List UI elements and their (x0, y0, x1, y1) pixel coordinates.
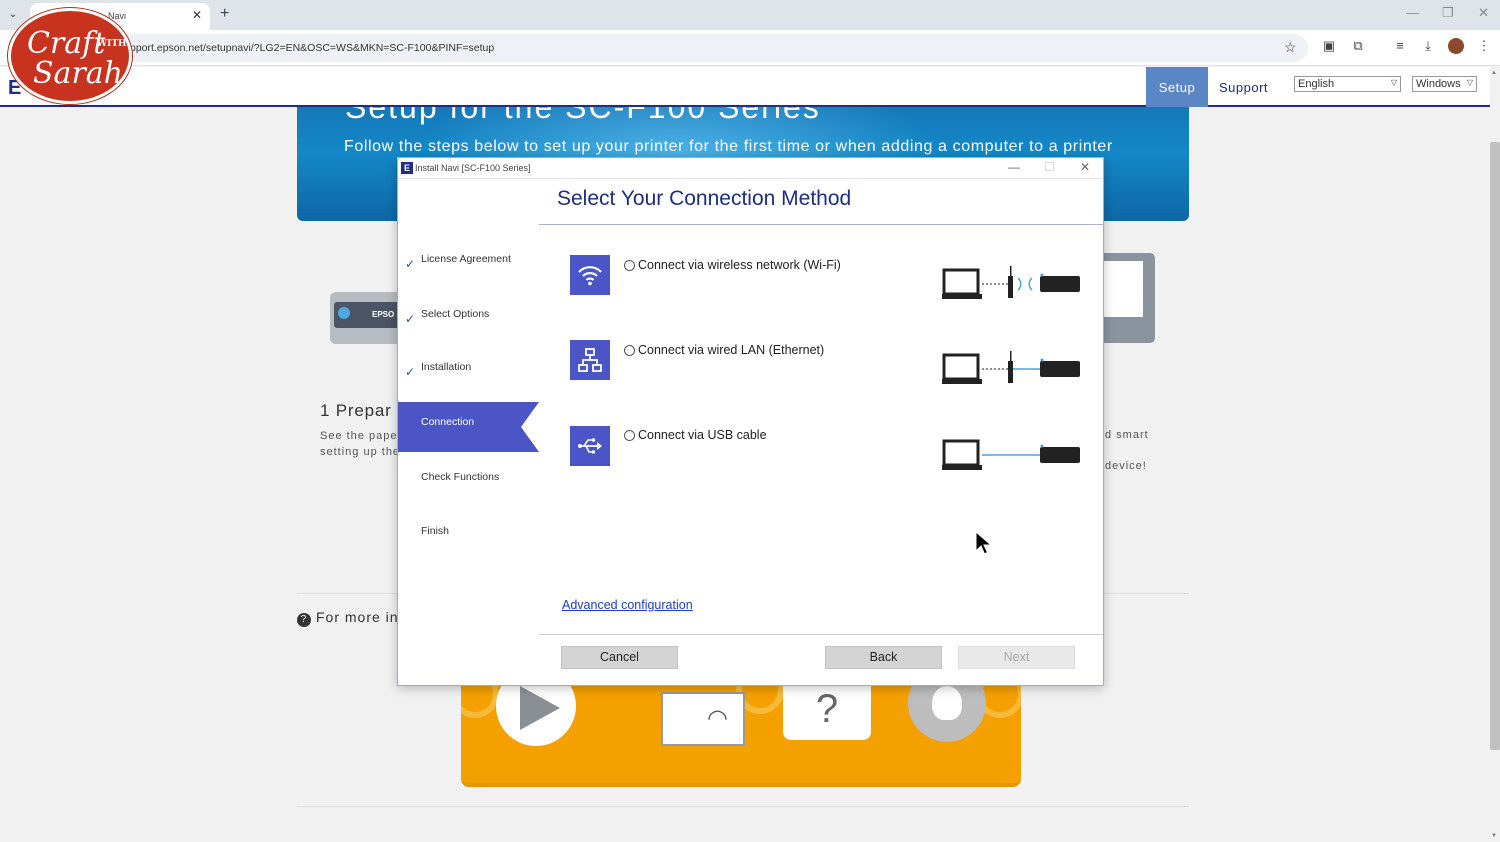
faq-question-icon[interactable]: ? (783, 684, 871, 740)
check-icon: ✓ (405, 365, 416, 379)
window-close-icon[interactable]: ✕ (1478, 5, 1489, 21)
network-icon[interactable] (570, 340, 610, 380)
step-check-functions: Check Functions (398, 471, 539, 521)
printer-image: EPSO (330, 292, 402, 344)
back-button[interactable]: Back (825, 646, 942, 669)
chevron-down-icon: ▽ (1466, 78, 1473, 87)
step-label: Installation (421, 361, 472, 373)
ethernet-option-label[interactable]: Connect via wired LAN (Ethernet) (638, 343, 824, 357)
language-select-value: English (1298, 78, 1335, 90)
step-text-line: See the pape (320, 430, 398, 442)
video-play-icon[interactable] (496, 684, 576, 746)
usb-radio[interactable] (624, 430, 635, 441)
bookmark-star-icon[interactable]: ☆ (1284, 39, 1297, 56)
dialog-heading: Select Your Connection Method (557, 187, 852, 210)
manual-book-icon[interactable]: ◠ (661, 692, 745, 746)
profile-avatar[interactable] (1448, 38, 1464, 54)
craft-with-sarah-logo: Craft WITH Sarah (8, 8, 132, 104)
right-text: device! (1105, 460, 1147, 472)
step-text-line: setting up the (320, 446, 401, 458)
ethernet-radio[interactable] (624, 345, 635, 356)
wifi-connection-diagram (942, 266, 1080, 299)
usb-icon[interactable] (570, 426, 610, 466)
gear-icon (461, 684, 499, 718)
ethernet-connection-diagram (942, 351, 1080, 384)
check-icon: ✓ (405, 257, 416, 271)
restore-icon[interactable]: ❐ (1442, 5, 1454, 21)
scroll-up-icon[interactable]: ▲ (1491, 70, 1497, 76)
step-select-options: ✓ Select Options (398, 308, 539, 358)
download-icon[interactable]: ⤓ (1420, 38, 1436, 54)
check-icon: ✓ (405, 312, 416, 326)
browser-tabstrip: ⌄ Navi ✕ + — ❐ ✕ (0, 0, 1500, 30)
logo-line2: Sarah (33, 56, 123, 91)
epson-app-icon: E (401, 162, 413, 174)
divider (297, 806, 1189, 807)
dialog-minimize-icon[interactable]: — (1008, 160, 1020, 174)
logo-with: WITH (97, 39, 127, 49)
question-icon: ? (297, 613, 311, 627)
minimize-icon[interactable]: — (1406, 5, 1419, 20)
site-header: E Setup Support English ▽ Windows ▽ (0, 67, 1490, 107)
language-select[interactable]: English ▽ (1294, 76, 1401, 92)
logo-line1: Craft (27, 26, 106, 61)
laptop-image (1103, 253, 1155, 343)
dialog-maximize-icon: ☐ (1044, 160, 1055, 174)
os-select[interactable]: Windows ▽ (1412, 76, 1477, 92)
puzzle-icon[interactable]: ⧉ (1350, 38, 1366, 54)
nav-setup[interactable]: Setup (1146, 67, 1208, 107)
chevron-down-icon: ▽ (1390, 78, 1397, 87)
wifi-icon[interactable] (570, 255, 610, 295)
step-label: Check Functions (421, 471, 500, 483)
scrollbar-thumb[interactable] (1490, 142, 1500, 750)
step-label: License Agreement (421, 253, 511, 265)
hero-text: Follow the steps below to set up your pr… (344, 138, 1113, 155)
dialog-titlebar[interactable]: E Install Navi [SC-F100 Series] — ☐ ✕ (398, 158, 1103, 179)
menu-kebab-icon[interactable]: ⋮ (1476, 38, 1492, 54)
omnibox[interactable]: pport.epson.net/setupnavi/?LG2=EN&OSC=WS… (58, 34, 1308, 62)
step-label: Connection (421, 416, 475, 428)
advanced-configuration-link[interactable]: Advanced configuration (562, 598, 693, 612)
usb-connection-diagram (942, 439, 1080, 470)
wifi-radio[interactable] (624, 260, 635, 271)
os-select-value: Windows (1416, 78, 1461, 90)
url-text[interactable]: pport.epson.net/setupnavi/?LG2=EN&OSC=WS… (130, 42, 494, 54)
address-bar-row: pport.epson.net/setupnavi/?LG2=EN&OSC=WS… (0, 30, 1500, 66)
step-license-agreement: ✓ License Agreement (398, 253, 539, 303)
step-text: See the pape setting up the (320, 428, 400, 460)
step-connection: Connection (398, 402, 539, 452)
new-tab-icon[interactable]: + (220, 5, 229, 23)
tab-close-icon[interactable]: ✕ (192, 8, 202, 22)
extension-icon[interactable]: ▣ (1321, 38, 1337, 54)
cancel-button[interactable]: Cancel (561, 646, 678, 669)
step-title: 1 Prepar (320, 401, 392, 420)
mouse-cursor-icon (975, 531, 993, 555)
step-finish: Finish (398, 525, 539, 575)
next-button: Next (958, 646, 1075, 669)
dialog-title: Install Navi [SC-F100 Series] (415, 163, 531, 173)
more-info[interactable]: ? For more in (297, 609, 399, 627)
hero-title: Setup for the SC-F100 Series (345, 107, 821, 125)
right-text: d smart (1105, 429, 1149, 441)
printer-brand: EPSO (372, 310, 395, 319)
dialog-close-icon[interactable]: ✕ (1080, 160, 1090, 174)
scroll-down-icon[interactable]: ▼ (1491, 833, 1497, 839)
more-info-text: For more in (316, 609, 399, 625)
divider (539, 224, 1103, 225)
step-label: Finish (421, 525, 450, 537)
install-navi-dialog: E Install Navi [SC-F100 Series] — ☐ ✕ Se… (397, 157, 1104, 686)
nav-support[interactable]: Support (1219, 80, 1268, 95)
wifi-option-label[interactable]: Connect via wireless network (Wi-Fi) (638, 258, 841, 272)
step-label: Select Options (421, 308, 490, 320)
lightbulb-icon[interactable] (908, 684, 986, 742)
usb-option-label[interactable]: Connect via USB cable (638, 428, 767, 442)
help-banner: ◠ ? (461, 684, 1021, 787)
tab-search-icon[interactable]: ⌄ (4, 6, 22, 24)
media-icon[interactable]: ≡ (1392, 38, 1408, 54)
divider (539, 634, 1103, 635)
